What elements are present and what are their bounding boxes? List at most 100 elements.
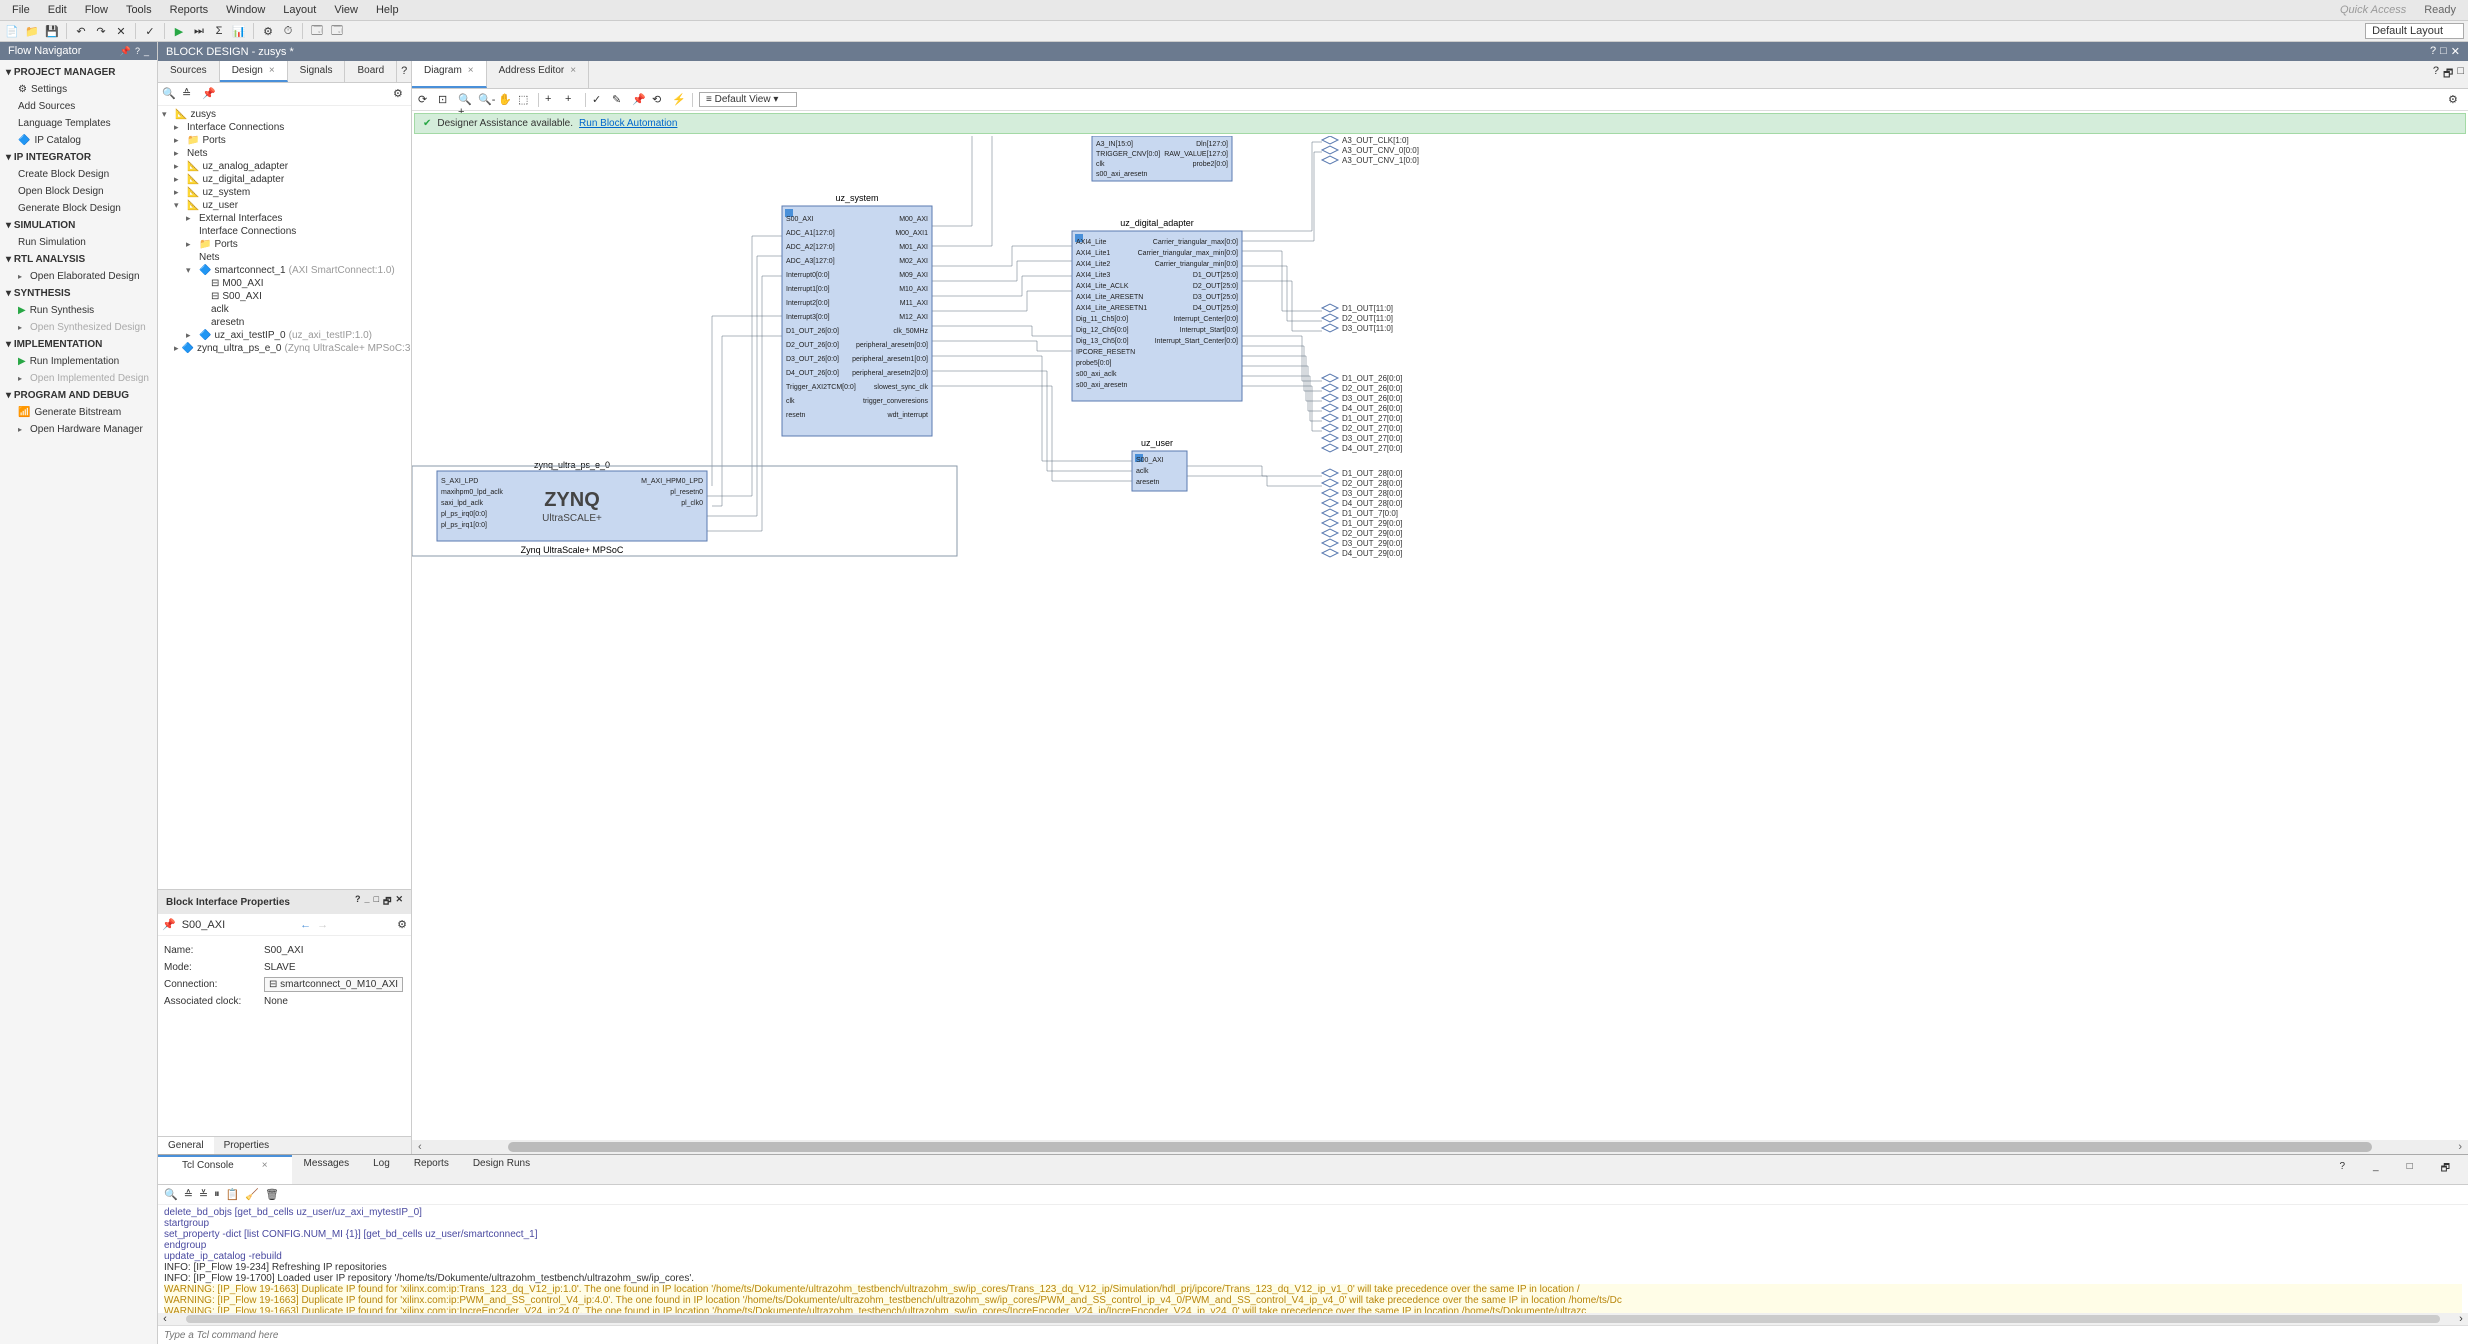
- ip-catalog-item[interactable]: 🔷 IP Catalog: [2, 132, 155, 149]
- save-icon[interactable]: 💾: [44, 23, 60, 39]
- block-port[interactable]: probe5[0:0]: [1076, 360, 1111, 367]
- pause-icon[interactable]: ⏸: [214, 1188, 220, 1201]
- next-icon[interactable]: →: [317, 919, 328, 931]
- external-port[interactable]: D4_OUT_28[0:0]: [1342, 499, 1402, 508]
- scroll-left-icon[interactable]: ‹: [412, 1141, 428, 1153]
- net-wire[interactable]: [1187, 466, 1322, 476]
- block-port[interactable]: ADC_A3[127:0]: [786, 258, 835, 265]
- tree-item[interactable]: ▸Nets: [160, 147, 409, 160]
- tree-item[interactable]: ▸External Interfaces: [160, 212, 409, 225]
- block-port[interactable]: Interrupt0[0:0]: [786, 272, 830, 279]
- search-icon[interactable]: 🔍: [162, 87, 176, 101]
- block-port[interactable]: M00_AXI: [899, 216, 928, 223]
- tab-signals[interactable]: Signals: [288, 61, 346, 82]
- external-port-icon[interactable]: [1322, 444, 1338, 452]
- tree-item[interactable]: ⊟ S00_AXI: [160, 290, 409, 303]
- new-icon[interactable]: 📄: [4, 23, 20, 39]
- tree-item[interactable]: ▸📁 Ports: [160, 134, 409, 147]
- console-scrollbar[interactable]: ‹›: [158, 1313, 2468, 1325]
- prog-section[interactable]: ▾ PROGRAM AND DEBUG: [2, 387, 155, 404]
- external-port-icon[interactable]: [1322, 136, 1338, 144]
- menu-reports[interactable]: Reports: [162, 2, 217, 18]
- tcl-command-input[interactable]: [164, 1330, 2462, 1341]
- external-port-icon[interactable]: [1322, 146, 1338, 154]
- minimize-icon[interactable]: _: [365, 894, 370, 910]
- maximize-icon[interactable]: □: [2440, 45, 2447, 58]
- block-port[interactable]: D3_OUT[25:0]: [1193, 294, 1238, 301]
- block-port[interactable]: Trigger_AXI2TCM[0:0]: [786, 384, 856, 391]
- gear-icon[interactable]: ⚙: [393, 87, 407, 101]
- gen-bitstream-item[interactable]: 📶 Generate Bitstream: [2, 404, 155, 421]
- check-icon[interactable]: ✓: [142, 23, 158, 39]
- block-port[interactable]: ADC_A1[127:0]: [786, 230, 835, 237]
- tree-item[interactable]: ▾📐 uz_user: [160, 199, 409, 212]
- tree-item[interactable]: Nets: [160, 251, 409, 264]
- collapse-icon[interactable]: ≙: [182, 87, 196, 101]
- block-port[interactable]: Interrupt_Start[0:0]: [1180, 327, 1238, 334]
- block-port[interactable]: M09_AXI: [899, 272, 928, 279]
- impl-section[interactable]: ▾ IMPLEMENTATION: [2, 336, 155, 353]
- run-sim-item[interactable]: Run Simulation: [2, 234, 155, 251]
- external-port-icon[interactable]: [1322, 549, 1338, 557]
- external-port-icon[interactable]: [1322, 539, 1338, 547]
- window-icon[interactable]: 🗔: [309, 23, 325, 39]
- net-wire[interactable]: [932, 246, 1072, 266]
- block-port[interactable]: s00_axi_aclk: [1076, 371, 1117, 378]
- block-port[interactable]: Dln[127:0]: [1196, 141, 1228, 148]
- block-port[interactable]: Interrupt_Start_Center[0:0]: [1155, 338, 1238, 345]
- external-port-icon[interactable]: [1322, 374, 1338, 382]
- external-port-icon[interactable]: [1322, 489, 1338, 497]
- net-wire[interactable]: [932, 291, 1072, 311]
- block-port[interactable]: M_AXI_HPM0_LPD: [641, 478, 703, 485]
- block-port[interactable]: D2_OUT_26[0:0]: [786, 342, 839, 349]
- block-port[interactable]: pl_ps_irq1[0:0]: [441, 522, 487, 529]
- restore-icon[interactable]: 🗗: [2443, 65, 2453, 84]
- menu-window[interactable]: Window: [218, 2, 273, 18]
- block-port[interactable]: Carrier_triangular_max[0:0]: [1153, 239, 1238, 246]
- block-port[interactable]: TRIGGER_CNV[0:0]: [1096, 151, 1160, 158]
- scroll-right-icon[interactable]: ›: [2452, 1141, 2468, 1153]
- external-port[interactable]: D2_OUT_26[0:0]: [1342, 384, 1402, 393]
- pm-section[interactable]: ▾ PROJECT MANAGER: [2, 64, 155, 81]
- tree-item[interactable]: ▸📐 uz_system: [160, 186, 409, 199]
- tab-tcl-console[interactable]: Tcl Console×: [158, 1155, 292, 1184]
- external-port-icon[interactable]: [1322, 424, 1338, 432]
- external-port[interactable]: D1_OUT_27[0:0]: [1342, 414, 1402, 423]
- block-port[interactable]: AXI4_Lite2: [1076, 261, 1110, 268]
- drag-icon[interactable]: ✋: [498, 93, 512, 107]
- graph-icon[interactable]: 📊: [231, 23, 247, 39]
- block-port[interactable]: M00_AXI1: [895, 230, 928, 237]
- external-port[interactable]: D3_OUT_26[0:0]: [1342, 394, 1402, 403]
- block-port[interactable]: M10_AXI: [899, 286, 928, 293]
- timer-icon[interactable]: ⏱: [280, 23, 296, 39]
- block-port[interactable]: IPCORE_RESETN: [1076, 349, 1135, 356]
- block-port[interactable]: peripheral_aresetn1[0:0]: [852, 356, 928, 363]
- menu-file[interactable]: File: [4, 2, 38, 18]
- tab-general[interactable]: General: [158, 1137, 214, 1154]
- block-port[interactable]: M01_AXI: [899, 244, 928, 251]
- external-port[interactable]: A3_OUT_CNV_0[0:0]: [1342, 146, 1419, 155]
- external-port-icon[interactable]: [1322, 509, 1338, 517]
- block-port[interactable]: S00_AXI: [1136, 457, 1164, 464]
- quick-access-input[interactable]: Quick Access: [2332, 2, 2414, 18]
- close-icon[interactable]: ✕: [2451, 45, 2460, 58]
- block-port[interactable]: clk: [786, 398, 795, 405]
- restore-icon[interactable]: 🗗: [383, 894, 391, 910]
- create-bd-item[interactable]: Create Block Design: [2, 166, 155, 183]
- redo-icon[interactable]: ↷: [93, 23, 109, 39]
- tab-design-runs[interactable]: Design Runs: [461, 1155, 542, 1184]
- external-port[interactable]: A3_OUT_CLK[1:0]: [1342, 136, 1409, 145]
- lang-templates-item[interactable]: Language Templates: [2, 115, 155, 132]
- design-tree[interactable]: ▾📐 zusys ▸Interface Connections ▸📁 Ports…: [158, 106, 411, 889]
- net-wire[interactable]: [932, 326, 1072, 336]
- tree-item[interactable]: ▸📐 uz_digital_adapter: [160, 173, 409, 186]
- block-port[interactable]: clk_50MHz: [893, 328, 928, 335]
- help-icon[interactable]: ?: [397, 61, 411, 82]
- block-port[interactable]: D2_OUT[25:0]: [1193, 283, 1238, 290]
- undo-icon[interactable]: ↶: [73, 23, 89, 39]
- tree-item[interactable]: aresetn: [160, 316, 409, 329]
- block-port[interactable]: clk: [1096, 161, 1105, 168]
- window2-icon[interactable]: 🗔: [329, 23, 345, 39]
- block-port[interactable]: Dig_13_Ch5[0:0]: [1076, 338, 1129, 345]
- close-icon[interactable]: ×: [250, 1157, 280, 1174]
